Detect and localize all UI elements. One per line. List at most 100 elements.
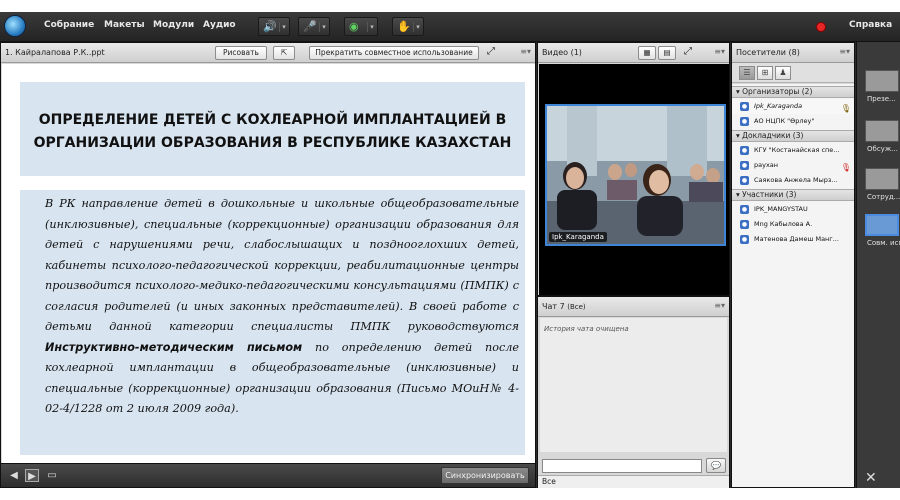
menu-help[interactable]: Справка [849,20,892,30]
attendee-row[interactable]: ● Mng Кабылова А. [732,217,854,232]
attendee-name: Ipk_Karaganda [754,102,803,110]
group-presenters[interactable]: ▾ Докладчики (3) [732,130,854,142]
user-icon: ● [740,220,749,229]
video-pod-header: Видео (1) ▦ ▤ ⤢ ≡▾ [538,43,729,63]
draw-button[interactable]: Рисовать [215,46,267,60]
layout-label: Совм. испо [867,239,900,247]
menu-audio[interactable]: Аудио [203,20,236,30]
user-icon: ● [740,102,749,111]
menu-meeting[interactable]: Собрание [44,20,94,30]
thumbnails-icon[interactable]: ▭ [45,469,59,482]
share-pod-header: 1. Кайралапова Р.К..ppt Рисовать ⇱ Прекр… [1,43,535,63]
user-icon: ● [740,117,749,126]
attendee-name: АО НЦПК "Өрлеу" [754,117,815,125]
layouts-bar: Презе... Обсуж... Сотруд... Совм. испо ✕… [856,42,900,488]
tools-icon[interactable]: ✕ [865,470,877,486]
group-hosts[interactable]: ▾ Организаторы (2) [732,86,854,98]
raise-hand-icon: ✋ [397,20,411,33]
status-view-icon[interactable]: ♟ [775,66,791,80]
attendees-count: (8) [788,48,800,57]
webcam-image [547,106,724,244]
attendee-row[interactable]: ● раухан 🎙 [732,158,854,173]
layout-label: Обсуж... [867,145,898,153]
share-pod-footer: ◀ ▶ ▭ Синхронизировать [1,463,535,487]
attendee-row[interactable]: ● Саякова Анжела Мырз... [732,173,854,188]
user-icon: ● [740,235,749,244]
chat-message-input[interactable] [542,459,702,473]
video-feed[interactable]: Ipk_Karaganda [545,104,726,246]
attendees-pod-title-text: Посетители [736,48,786,57]
chat-recipient-selector[interactable]: Все [542,477,556,486]
video-feed-label: Ipk_Karaganda [549,232,607,242]
layout-thumbnail [865,168,899,190]
attendee-name: IPK_MANGYSTAU [754,205,808,213]
breakout-view-icon[interactable]: ⊞ [757,66,773,80]
chevron-down-icon[interactable]: ▾ [319,22,328,32]
stop-sharing-button[interactable]: Прекратить совместное использование [309,46,479,60]
grid-view-icon[interactable]: ▦ [638,46,656,60]
fullscreen-icon[interactable]: ⤢ [680,46,696,60]
layout-joint-use[interactable]: Совм. испо [863,214,900,247]
attendee-row[interactable]: ● АО НЦПК "Өрлеу" [732,114,854,129]
layout-label: Презе... [867,95,896,103]
attendee-name: раухан [754,161,779,169]
layout-collaboration[interactable]: Сотруд... [863,168,900,201]
connect-logo-icon[interactable] [4,15,26,37]
attendee-name: КГУ "Костанайская спе... [754,146,840,154]
chat-pod-title-text: Чат 7 [542,302,565,311]
share-pod-title: 1. Кайралапова Р.К..ppt [5,48,105,57]
attendee-row[interactable]: ● Матенова Дамеш Манг... [732,232,854,247]
user-icon: ● [740,176,749,185]
video-pod: Видео (1) ▦ ▤ ⤢ ≡▾ Ipk_Karaganda [537,42,730,296]
speaker-button[interactable]: 🔊 ▾ [258,17,290,36]
attendee-row[interactable]: ● КГУ "Костанайская спе... [732,143,854,158]
sync-button[interactable]: Синхронизировать [441,467,529,484]
menu-pods[interactable]: Модули [153,20,194,30]
user-icon: ● [740,205,749,214]
attendee-name: Mng Кабылова А. [754,220,813,228]
chevron-down-icon[interactable]: ▾ [413,22,422,32]
group-hosts-label: Организаторы (2) [742,87,813,96]
raise-hand-button[interactable]: ✋ ▾ [392,17,424,36]
attendee-row[interactable]: ● IPK_MANGYSTAU [732,202,854,217]
fullscreen-icon[interactable]: ⤢ [483,46,499,60]
video-area: Ipk_Karaganda [539,64,729,295]
layout-thumbnail [865,70,899,92]
attendee-name: Саякова Анжела Мырз... [754,176,838,184]
pod-options-icon[interactable]: ≡▾ [839,47,850,56]
chat-footer: Все [538,475,729,488]
chat-send-button[interactable]: 💬 [706,458,726,473]
group-participants[interactable]: ▾ Участники (3) [732,189,854,201]
pod-options-icon[interactable]: ≡▾ [520,47,531,56]
pointer-tool-button[interactable]: ⇱ [273,46,295,60]
chat-tab-all[interactable]: (Все) [567,303,585,311]
record-indicator-icon[interactable] [816,22,826,32]
microphone-button[interactable]: 🎤 ▾ [298,17,330,36]
prev-slide-icon[interactable]: ◀ [7,469,21,482]
slide-body-part-1: В РК направление детей в дошкольные и шк… [45,197,519,333]
menu-layouts[interactable]: Макеты [104,20,145,30]
slide-title-box: ОПРЕДЕЛЕНИЕ ДЕТЕЙ С КОХЛЕАРНОЙ ИМПЛАНТАЦ… [20,82,525,176]
layout-discussion[interactable]: Обсуж... [863,120,900,153]
microphone-icon: 🎤 [303,20,317,33]
chevron-down-icon[interactable]: ▾ [367,22,376,32]
speech-bubble-icon: 💬 [711,461,721,470]
chat-pod: Чат 7 (Все) ≡▾ История чата очищена 💬 Вс… [537,296,730,488]
group-presenters-label: Докладчики (3) [742,131,804,140]
attendee-row[interactable]: ● Ipk_Karaganda 🎙 [732,99,854,114]
webcam-icon: ◉ [349,20,359,33]
list-view-icon[interactable]: ☰ [739,66,755,80]
filmstrip-view-icon[interactable]: ▤ [658,46,676,60]
pod-options-icon[interactable]: ≡▾ [714,301,725,310]
pod-options-icon[interactable]: ≡▾ [714,47,725,56]
chat-pod-header: Чат 7 (Все) ≡▾ [538,297,729,317]
presentation-slide: ОПРЕДЕЛЕНИЕ ДЕТЕЙ С КОХЛЕАРНОЙ ИМПЛАНТАЦ… [2,64,535,464]
layout-sharing[interactable]: Презе... [863,70,900,103]
speaker-icon: 🔊 [263,20,277,33]
connect-app-window: Собрание Макеты Модули Аудио 🔊 ▾ 🎤 ▾ ◉ ▾… [0,12,900,488]
attendees-pod: Посетители (8) ≡▾ ☰ ⊞ ♟ ▾ Организаторы (… [731,42,855,488]
next-slide-icon[interactable]: ▶ [25,469,39,482]
layout-label: Сотруд... [867,193,900,201]
webcam-button[interactable]: ◉ ▾ [344,17,378,36]
chevron-down-icon[interactable]: ▾ [279,22,288,32]
